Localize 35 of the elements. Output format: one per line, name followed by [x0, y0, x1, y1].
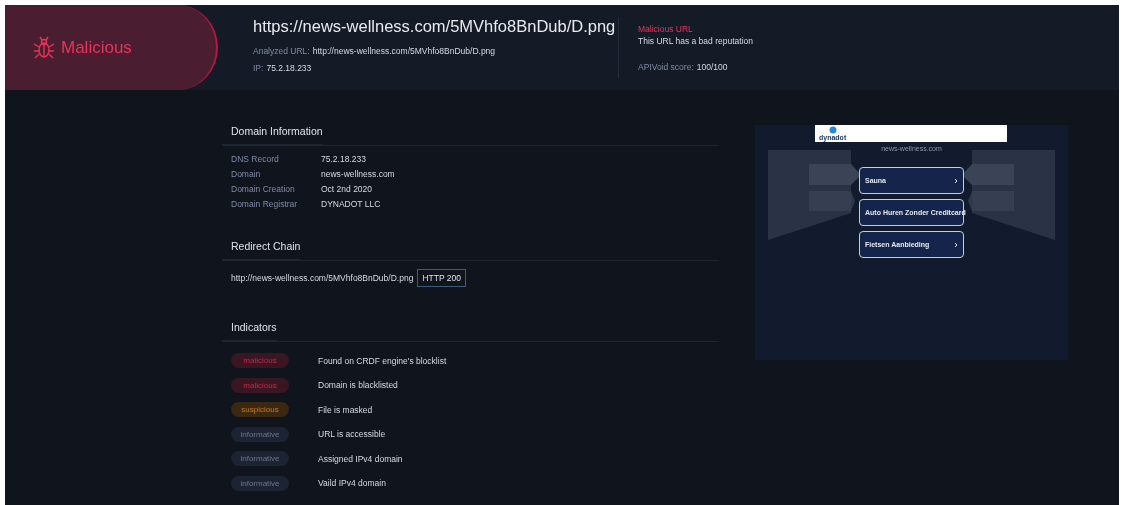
section-heading: Domain Information — [222, 125, 323, 145]
indicator-text: Found on CRDF engine's blocklist — [318, 355, 447, 366]
severity-badge: malicious — [231, 353, 289, 368]
indicator-text: File is masked — [318, 404, 373, 415]
status-tag: HTTP 200 — [417, 269, 466, 287]
field-value: DYNADOT LLC — [321, 199, 382, 209]
severity-badge: informative — [231, 426, 289, 442]
field-value: 75.2.18.233 — [321, 154, 367, 164]
redirect-url: http://news-wellness.com/5MVhfo8BnDub/D.png — [231, 273, 414, 283]
severity-badge: malicious — [231, 377, 289, 393]
page-title: https://news-wellness.com/5MVhfo8BnDub/D.png — [253, 17, 617, 36]
field-label: Analyzed URL: — [253, 46, 310, 56]
reputation-text: This URL has a bad reputation — [638, 36, 753, 46]
field-value: 75.2.18.233 — [266, 63, 312, 73]
field-label: IP: — [253, 63, 264, 73]
verdict-label: Malicious — [61, 37, 132, 58]
field-label: DNS Record — [231, 154, 280, 164]
score-label: APIVoid score: — [638, 62, 694, 72]
indicator-text: Vaild IPv4 domain — [318, 478, 386, 488]
section-heading: Redirect Chain — [222, 240, 301, 260]
severity-badge: suspicious — [231, 402, 289, 417]
section-heading: Indicators — [222, 321, 277, 341]
field-label: Domain Registrar — [231, 199, 299, 209]
indicator-text: Assigned IPv4 domain — [318, 453, 403, 464]
field-label: Domain Creation — [231, 184, 296, 194]
indicator-text: URL is accessible — [318, 429, 386, 439]
reputation-title: Malicious URL — [638, 24, 694, 34]
field-value: http://news-wellness.com/5MVhfo8BnDub/D.png — [312, 46, 496, 56]
severity-badge: informative — [231, 475, 289, 491]
severity-badge: informative — [231, 451, 289, 466]
field-value: Oct 2nd 2020 — [321, 184, 374, 194]
field-label: Domain — [231, 169, 262, 179]
field-value: news-wellness.com — [321, 169, 396, 179]
indicator-text: Domain is blacklisted — [318, 380, 398, 390]
score-value: 100/100 — [696, 62, 728, 72]
